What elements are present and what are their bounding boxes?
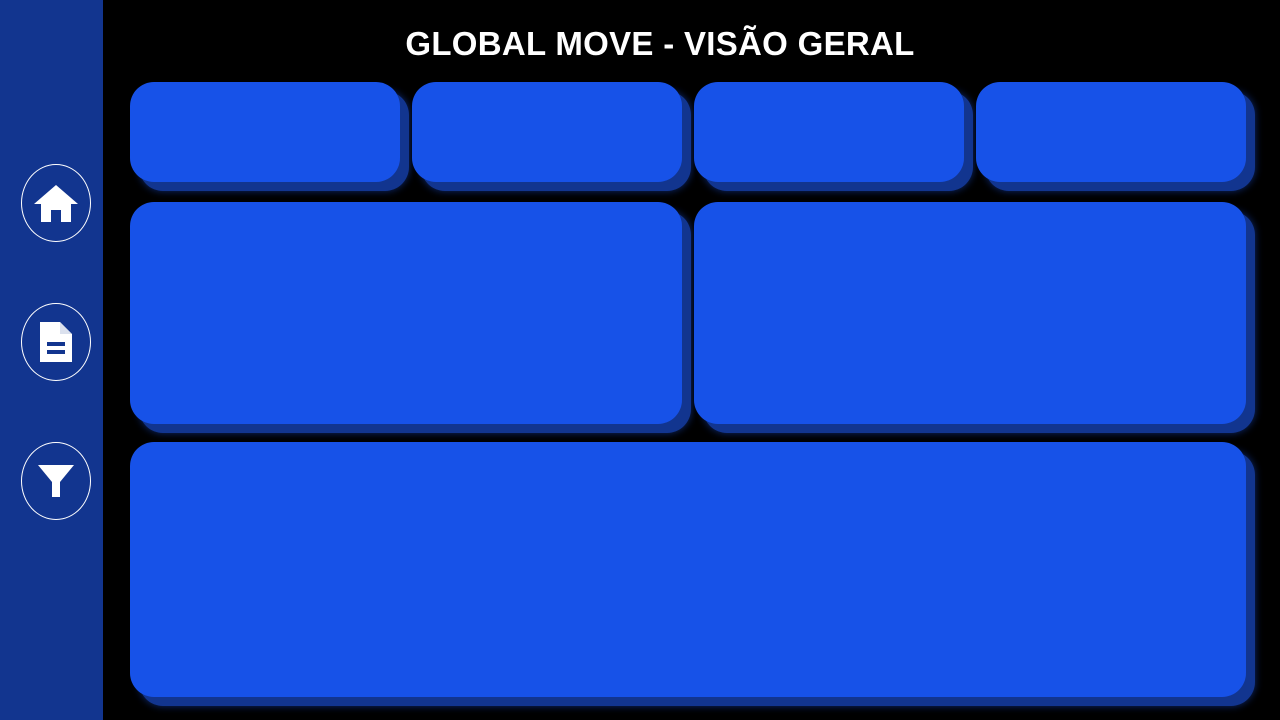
- report-button[interactable]: [21, 303, 91, 381]
- chart-panel-right: [694, 202, 1246, 424]
- home-icon: [33, 182, 79, 224]
- page-title: GLOBAL MOVE - VISÃO GERAL: [405, 25, 915, 62]
- document-icon: [38, 320, 74, 364]
- sidebar: [0, 0, 103, 720]
- chart-panel-left: [130, 202, 682, 424]
- kpi-card-1: [130, 82, 400, 182]
- home-button[interactable]: [21, 164, 91, 242]
- kpi-card-4: [976, 82, 1246, 182]
- kpi-card-2: [412, 82, 682, 182]
- kpi-card-3: [694, 82, 964, 182]
- filter-icon: [37, 462, 75, 500]
- filter-button[interactable]: [21, 442, 91, 520]
- main-panel: [130, 442, 1246, 697]
